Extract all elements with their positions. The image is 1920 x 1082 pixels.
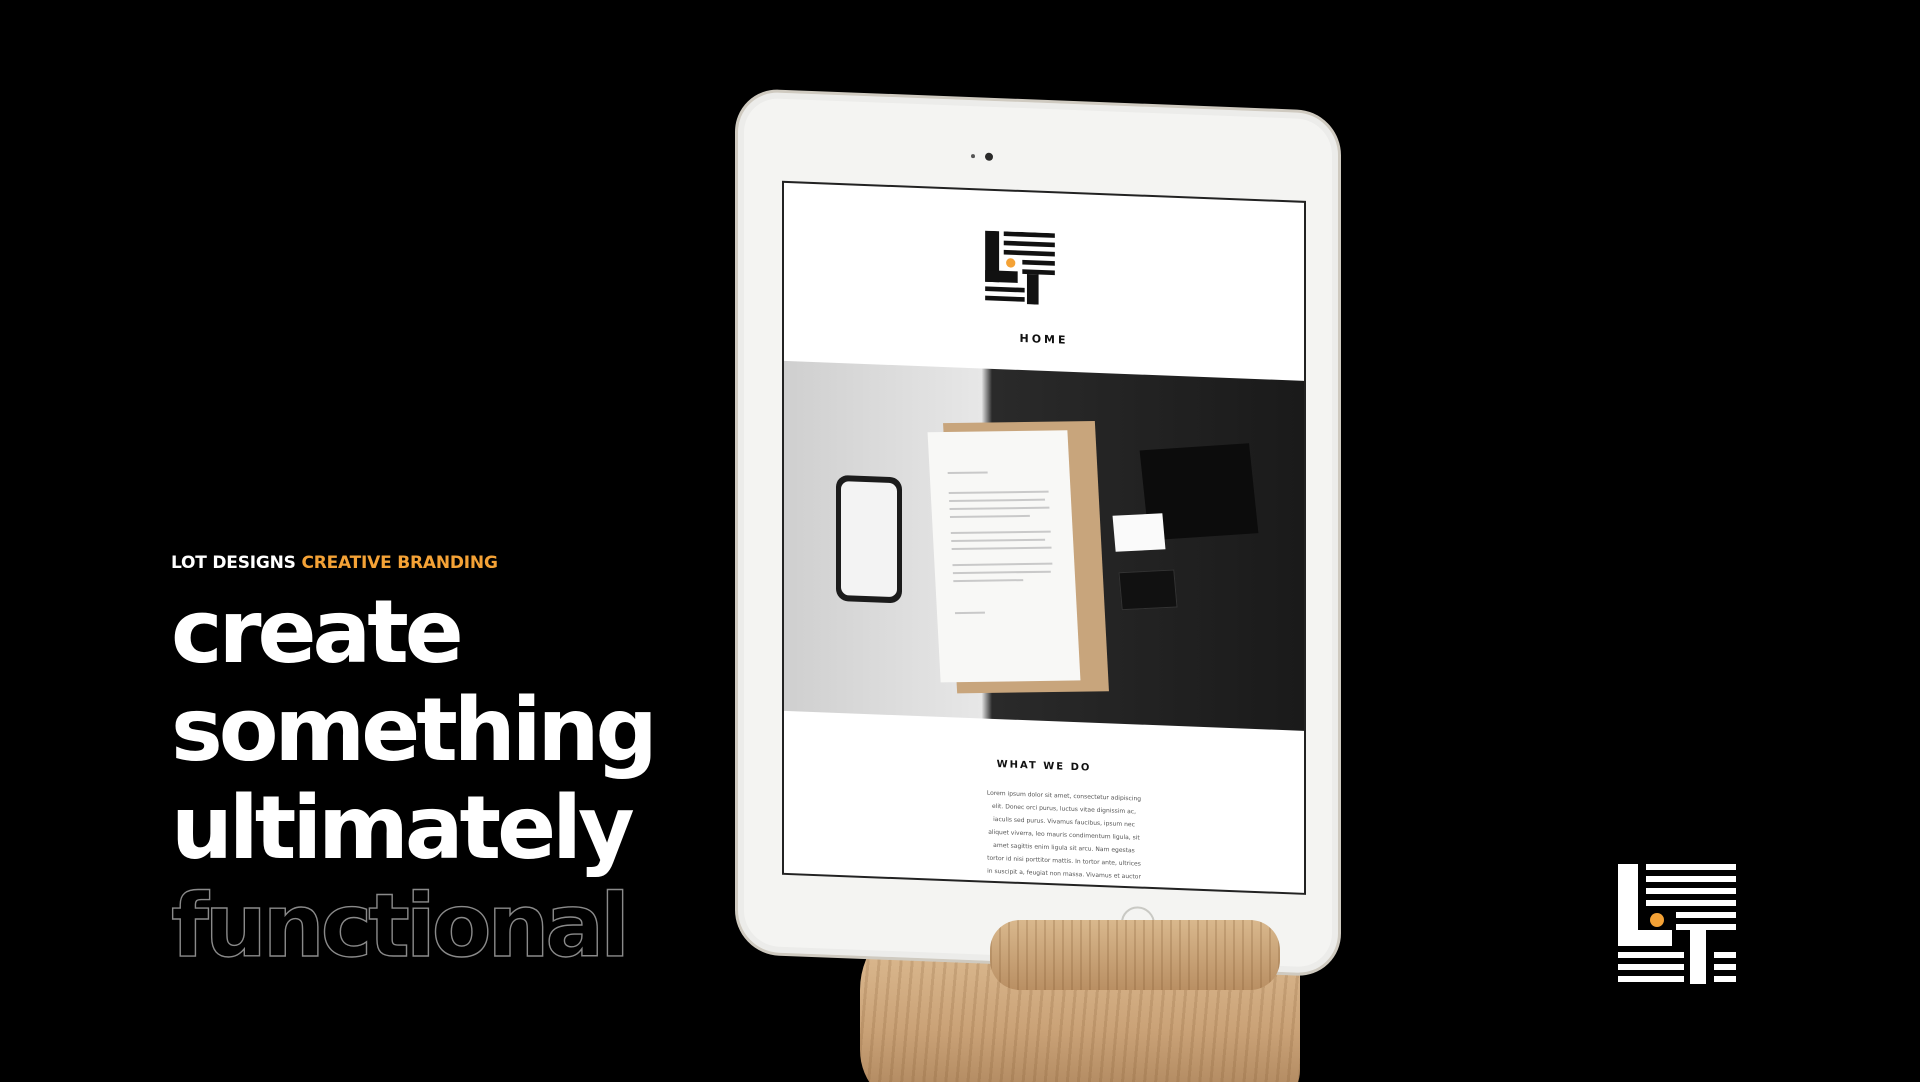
tablet-sensor [971, 154, 975, 159]
headline-line-2: something [171, 679, 658, 781]
eyebrow: LOT DESIGNS CREATIVE BRANDING [171, 553, 654, 573]
eyebrow-brand-name: LOT DESIGNS [171, 553, 296, 573]
stationery-mockup-image [784, 360, 1304, 731]
screen-body-text: Lorem ipsum dolor sit amet, consectetur … [986, 789, 1142, 893]
business-card-back [1118, 569, 1178, 611]
tablet-camera [985, 152, 993, 161]
tablet-mockup: HOME WHAT WE DO Lorem ipsum dolor sit am… [720, 80, 1360, 1082]
hero-copy: LOT DESIGNS CREATIVE BRANDING create som… [170, 553, 658, 977]
headline-line-4-outline: functional [170, 875, 630, 977]
wooden-stand-lip [990, 920, 1280, 990]
tablet-screen: HOME WHAT WE DO Lorem ipsum dolor sit am… [782, 180, 1306, 895]
screen-nav-title[interactable]: HOME [784, 323, 1304, 356]
screen-section-title: WHAT WE DO [996, 759, 1092, 774]
headline: create something ultimately functional [170, 581, 658, 977]
lot-logo-icon [1618, 864, 1736, 984]
headline-line-3: ultimately [171, 777, 635, 879]
lot-logo-icon [985, 230, 1055, 305]
phone-mockup [836, 474, 902, 604]
tablet-device: HOME WHAT WE DO Lorem ipsum dolor sit am… [735, 88, 1341, 978]
phone-screen [841, 481, 897, 598]
headline-line-1: create [171, 581, 464, 683]
eyebrow-tagline: CREATIVE BRANDING [301, 553, 498, 573]
business-card-front [1112, 513, 1166, 552]
letterhead [927, 430, 1081, 683]
